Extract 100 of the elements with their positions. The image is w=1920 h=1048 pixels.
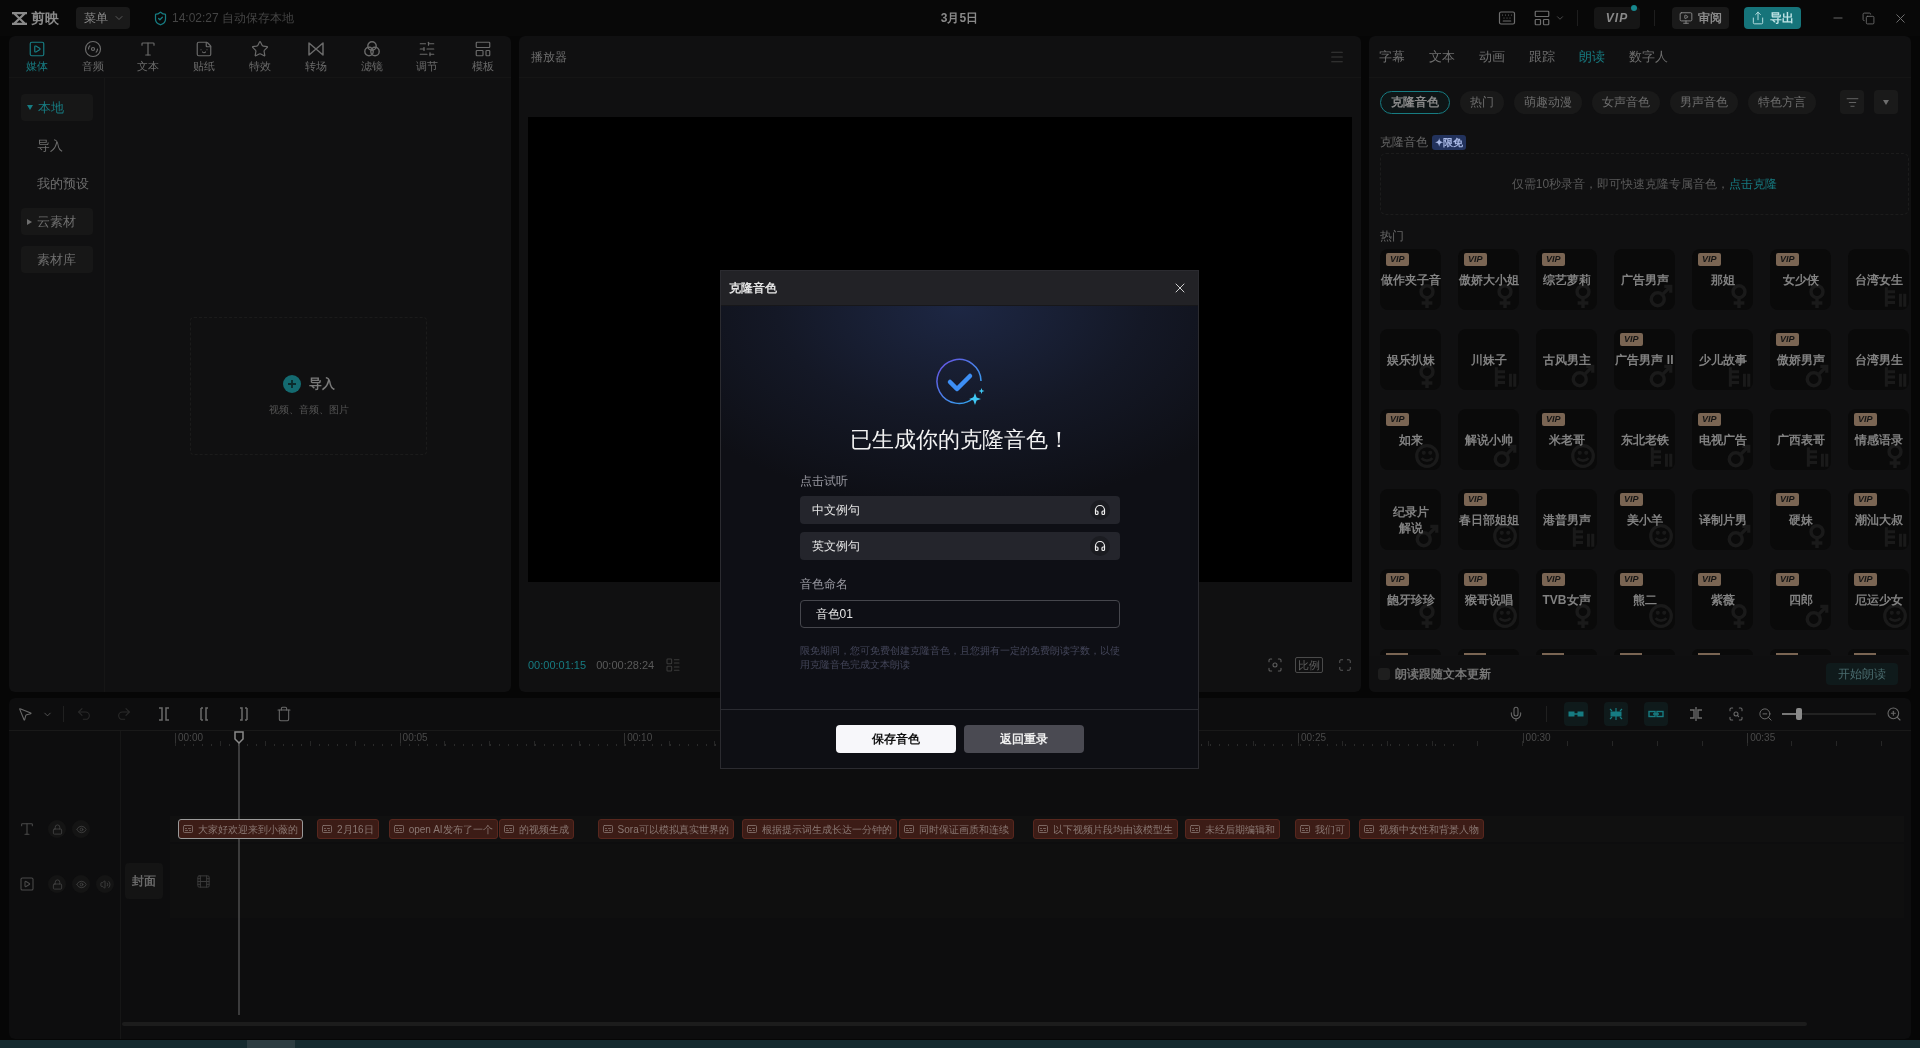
voice-card[interactable]: VIP 厄运少女 (1848, 569, 1909, 630)
voice-card[interactable]: VIP 傲娇大小姐 (1458, 249, 1519, 310)
visibility-button[interactable] (72, 820, 90, 838)
snap-toggle[interactable] (1604, 702, 1628, 726)
voice-card[interactable]: 少儿故事 (1692, 329, 1753, 390)
voice-card[interactable]: VIP 情感语录 (1848, 409, 1909, 470)
voice-card[interactable]: VIP 如来 (1380, 409, 1441, 470)
sample-play-button[interactable]: 中文例句 (799, 496, 1120, 524)
voice-card[interactable]: 解说小帅 (1458, 409, 1519, 470)
panel-tab[interactable]: 动画 (1479, 46, 1505, 67)
layout-button[interactable] (1533, 9, 1565, 27)
tool-tab[interactable]: 贴纸 (176, 36, 233, 77)
text-clip[interactable]: 我们可 (1294, 819, 1350, 839)
voice-card[interactable] (1614, 649, 1675, 655)
voice-card[interactable]: VIP 那姐 (1692, 249, 1753, 310)
voice-card[interactable]: VIP 综艺萝莉 (1536, 249, 1597, 310)
sidebar-item[interactable]: 我的预设 (21, 170, 93, 197)
rerecord-button[interactable]: 返回重录 (963, 725, 1084, 753)
category-chip[interactable]: 热门 (1460, 90, 1504, 114)
voice-card[interactable] (1770, 649, 1831, 655)
category-chip[interactable]: 男声音色 (1670, 90, 1738, 114)
panel-tab[interactable]: 字幕 (1379, 46, 1405, 67)
ratio-button[interactable]: 比例 (1295, 657, 1323, 673)
voice-card[interactable]: VIP 熊二 (1614, 569, 1675, 630)
category-chip[interactable]: 女声音色 (1592, 90, 1660, 114)
voice-card[interactable] (1536, 649, 1597, 655)
vip-button[interactable]: VIP (1594, 7, 1640, 29)
voice-card[interactable]: VIP 四郎 (1770, 569, 1831, 630)
sidebar-item[interactable]: 导入 (21, 132, 93, 159)
clone-link[interactable]: 点击克隆 (1729, 177, 1778, 191)
voice-card[interactable]: 广西表哥 (1770, 409, 1831, 470)
sidebar-group[interactable]: 本地 (21, 94, 93, 121)
voice-card[interactable]: VIP 猴哥说唱 (1458, 569, 1519, 630)
tool-tab[interactable]: 特效 (232, 36, 288, 77)
tool-tab[interactable]: 滤镜 (343, 36, 400, 77)
panel-tab[interactable]: 跟踪 (1529, 46, 1555, 67)
export-button[interactable]: 导出 (1744, 7, 1801, 29)
voice-card[interactable]: VIP TVB女声 (1536, 569, 1597, 630)
voice-card[interactable]: VIP 紫薇 (1692, 569, 1753, 630)
cover-button[interactable]: 封面 (125, 863, 163, 899)
voice-card[interactable] (1692, 649, 1753, 655)
slider-thumb[interactable] (1795, 708, 1802, 720)
voice-card[interactable]: VIP 女少侠 (1770, 249, 1831, 310)
focus-icon[interactable] (1267, 657, 1283, 673)
tool-tab[interactable]: 模板 (455, 36, 511, 77)
tool-tab[interactable]: 音频 (64, 36, 121, 77)
voice-card[interactable]: VIP 做作夹子音 (1380, 249, 1441, 310)
filter-button[interactable] (1840, 90, 1864, 114)
snap-toggle[interactable] (1564, 702, 1588, 726)
text-clip[interactable]: 2月16日 (317, 819, 379, 839)
voice-card[interactable] (1380, 649, 1441, 655)
text-clip[interactable]: 同时保证画质和连续 (898, 819, 1014, 839)
voice-card[interactable]: VIP 龅牙珍珍 (1380, 569, 1441, 630)
text-clip[interactable]: 的视频生成 (498, 819, 574, 839)
zoom-out-icon[interactable] (1758, 706, 1773, 722)
text-clip[interactable]: Sora可以模拟真实世界的 (597, 819, 734, 839)
tool-tab[interactable]: 文本 (120, 36, 177, 77)
category-chip[interactable]: 克隆音色 (1380, 90, 1450, 114)
restore-icon[interactable] (1862, 11, 1875, 25)
text-clip[interactable]: 未经后期编辑和 (1184, 819, 1280, 839)
zoom-in-icon[interactable] (1886, 706, 1902, 722)
voice-card[interactable]: 译制片男 (1692, 489, 1753, 550)
panel-tab[interactable]: 文本 (1429, 46, 1455, 67)
voice-card[interactable]: VIP 米老哥 (1536, 409, 1597, 470)
tool-tab[interactable]: 媒体 (9, 36, 65, 77)
menu-button[interactable]: 菜单 (76, 7, 130, 29)
tool-tab[interactable]: 调节 (399, 36, 456, 77)
microphone-icon[interactable] (1508, 706, 1524, 722)
tool-tab[interactable]: 转场 (287, 36, 344, 77)
voice-card[interactable]: VIP 傲娇男声 (1770, 329, 1831, 390)
text-clip[interactable]: 以下视频片段均由该模型生 (1032, 819, 1178, 839)
voice-card[interactable]: 古风男主 (1536, 329, 1597, 390)
keyboard-icon[interactable] (1498, 9, 1516, 27)
voice-card[interactable]: 东北老铁 (1614, 409, 1675, 470)
voice-card[interactable]: 台湾男生 (1848, 329, 1909, 390)
voice-card[interactable]: VIP 潮汕大叔 (1848, 489, 1909, 550)
sidebar-group[interactable]: 素材库 (21, 246, 93, 273)
scan-search-icon[interactable] (1728, 706, 1744, 722)
panel-tab[interactable]: 数字人 (1629, 46, 1668, 67)
voice-card[interactable] (1458, 649, 1519, 655)
text-clip[interactable]: 视频中女性和背景人物 (1358, 819, 1484, 839)
voice-card[interactable] (1848, 649, 1909, 655)
dropdown-button[interactable] (1874, 90, 1898, 114)
category-chip[interactable]: 萌趣动漫 (1514, 90, 1582, 114)
voice-card[interactable]: 台湾女生 (1848, 249, 1909, 310)
split-center-icon[interactable] (1688, 706, 1704, 722)
voice-card[interactable]: 川妹子 (1458, 329, 1519, 390)
sidebar-group[interactable]: 云素材 (21, 208, 93, 235)
text-clip[interactable]: 大家好欢迎来到小薇的 (178, 819, 303, 839)
voice-card[interactable]: VIP 春日部姐姐 (1458, 489, 1519, 550)
voice-card[interactable]: 纪录片 解说 (1380, 489, 1441, 550)
pointer-icon[interactable] (17, 706, 33, 722)
clone-dropzone[interactable]: 仅需10秒录音，即可快速克隆专属音色，点击克隆 (1380, 153, 1909, 215)
sample-play-button[interactable]: 英文例句 (799, 532, 1120, 560)
category-chip[interactable]: 特色方言 (1748, 90, 1816, 114)
review-button[interactable]: 审阅 (1672, 7, 1729, 29)
voice-name-input[interactable]: 音色01 (799, 600, 1120, 628)
snap-toggle[interactable] (1644, 702, 1668, 726)
voice-card[interactable]: VIP 广告男声 II (1614, 329, 1675, 390)
voice-card[interactable]: 娱乐扒妹 (1380, 329, 1441, 390)
